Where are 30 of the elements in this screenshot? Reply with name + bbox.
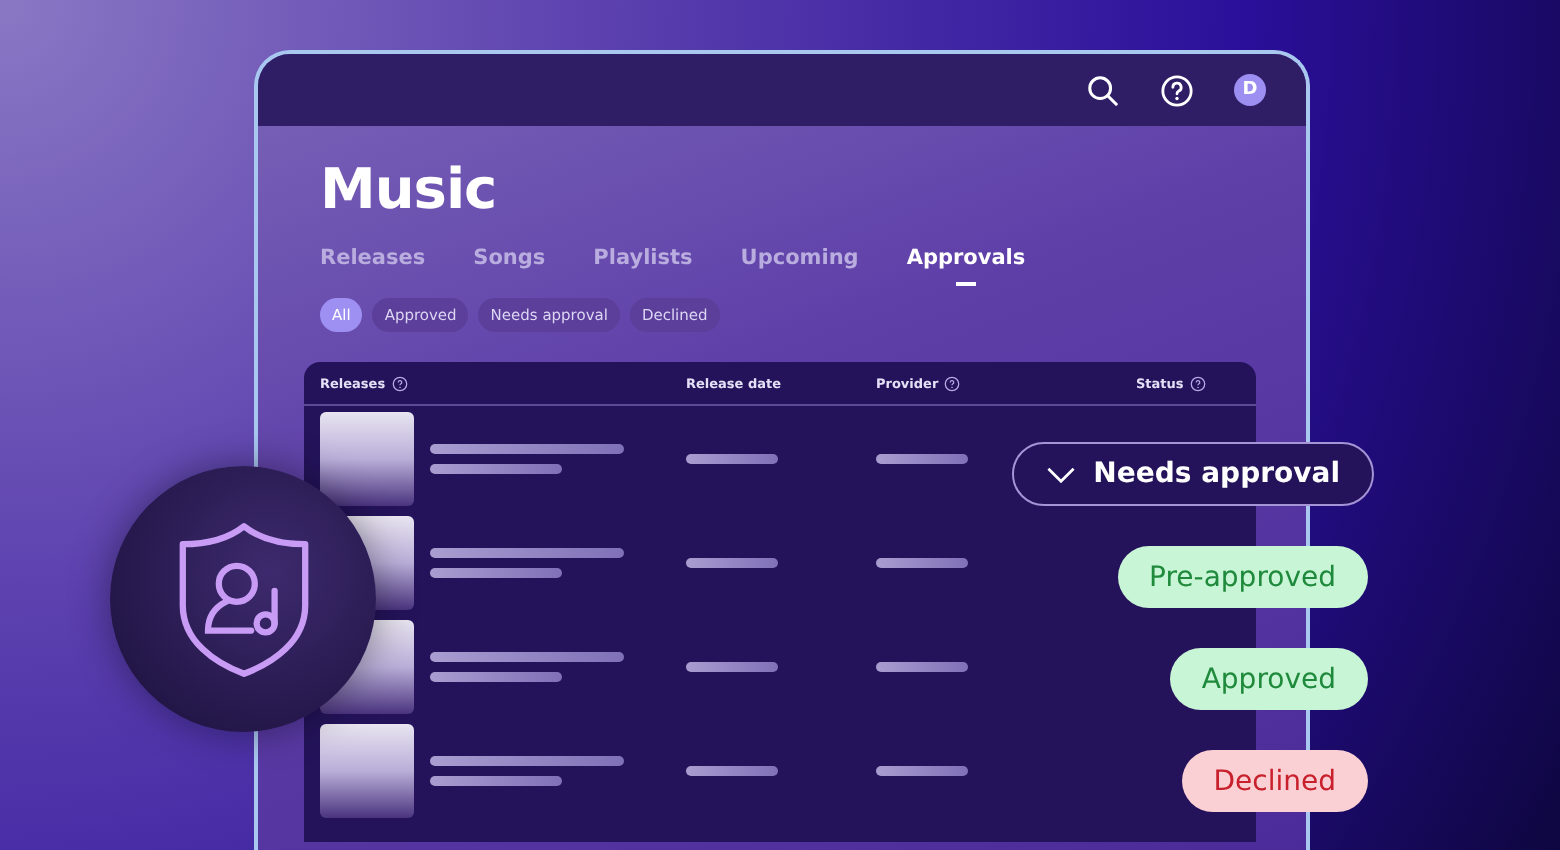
placeholder-bar — [686, 557, 778, 567]
page-title: Music — [320, 154, 499, 226]
placeholder-bar — [430, 567, 562, 577]
placeholder-bar — [430, 463, 562, 473]
tab[interactable]: Songs — [473, 246, 546, 286]
avatar[interactable]: D — [1234, 74, 1266, 106]
placeholder-bar — [430, 775, 562, 785]
placeholder-bar — [876, 765, 968, 775]
help-icon[interactable] — [1189, 375, 1206, 391]
search-icon[interactable] — [1086, 73, 1120, 107]
placeholder-bar — [876, 453, 968, 463]
album-thumbnail — [320, 723, 414, 817]
placeholder-bar — [686, 661, 778, 671]
help-icon[interactable] — [391, 375, 408, 391]
tab[interactable]: Approvals — [906, 246, 1026, 286]
album-thumbnail — [320, 411, 414, 505]
placeholder-bar — [430, 671, 562, 681]
chevron-down-icon — [1045, 465, 1076, 483]
status-badge: Pre-approved — [1117, 546, 1368, 608]
placeholder-bar — [876, 661, 968, 671]
tab[interactable]: Playlists — [593, 246, 693, 286]
placeholder-bar — [686, 765, 778, 775]
placeholder-bar — [686, 453, 778, 463]
tab[interactable]: Releases — [320, 246, 426, 286]
tab[interactable]: Upcoming — [740, 246, 859, 286]
status-dropdown[interactable]: Needs approval — [1011, 442, 1374, 506]
status-badge: Approved — [1169, 648, 1368, 710]
status-badge: Declined — [1181, 750, 1368, 812]
placeholder-bar — [876, 557, 968, 567]
help-icon[interactable] — [944, 375, 961, 391]
